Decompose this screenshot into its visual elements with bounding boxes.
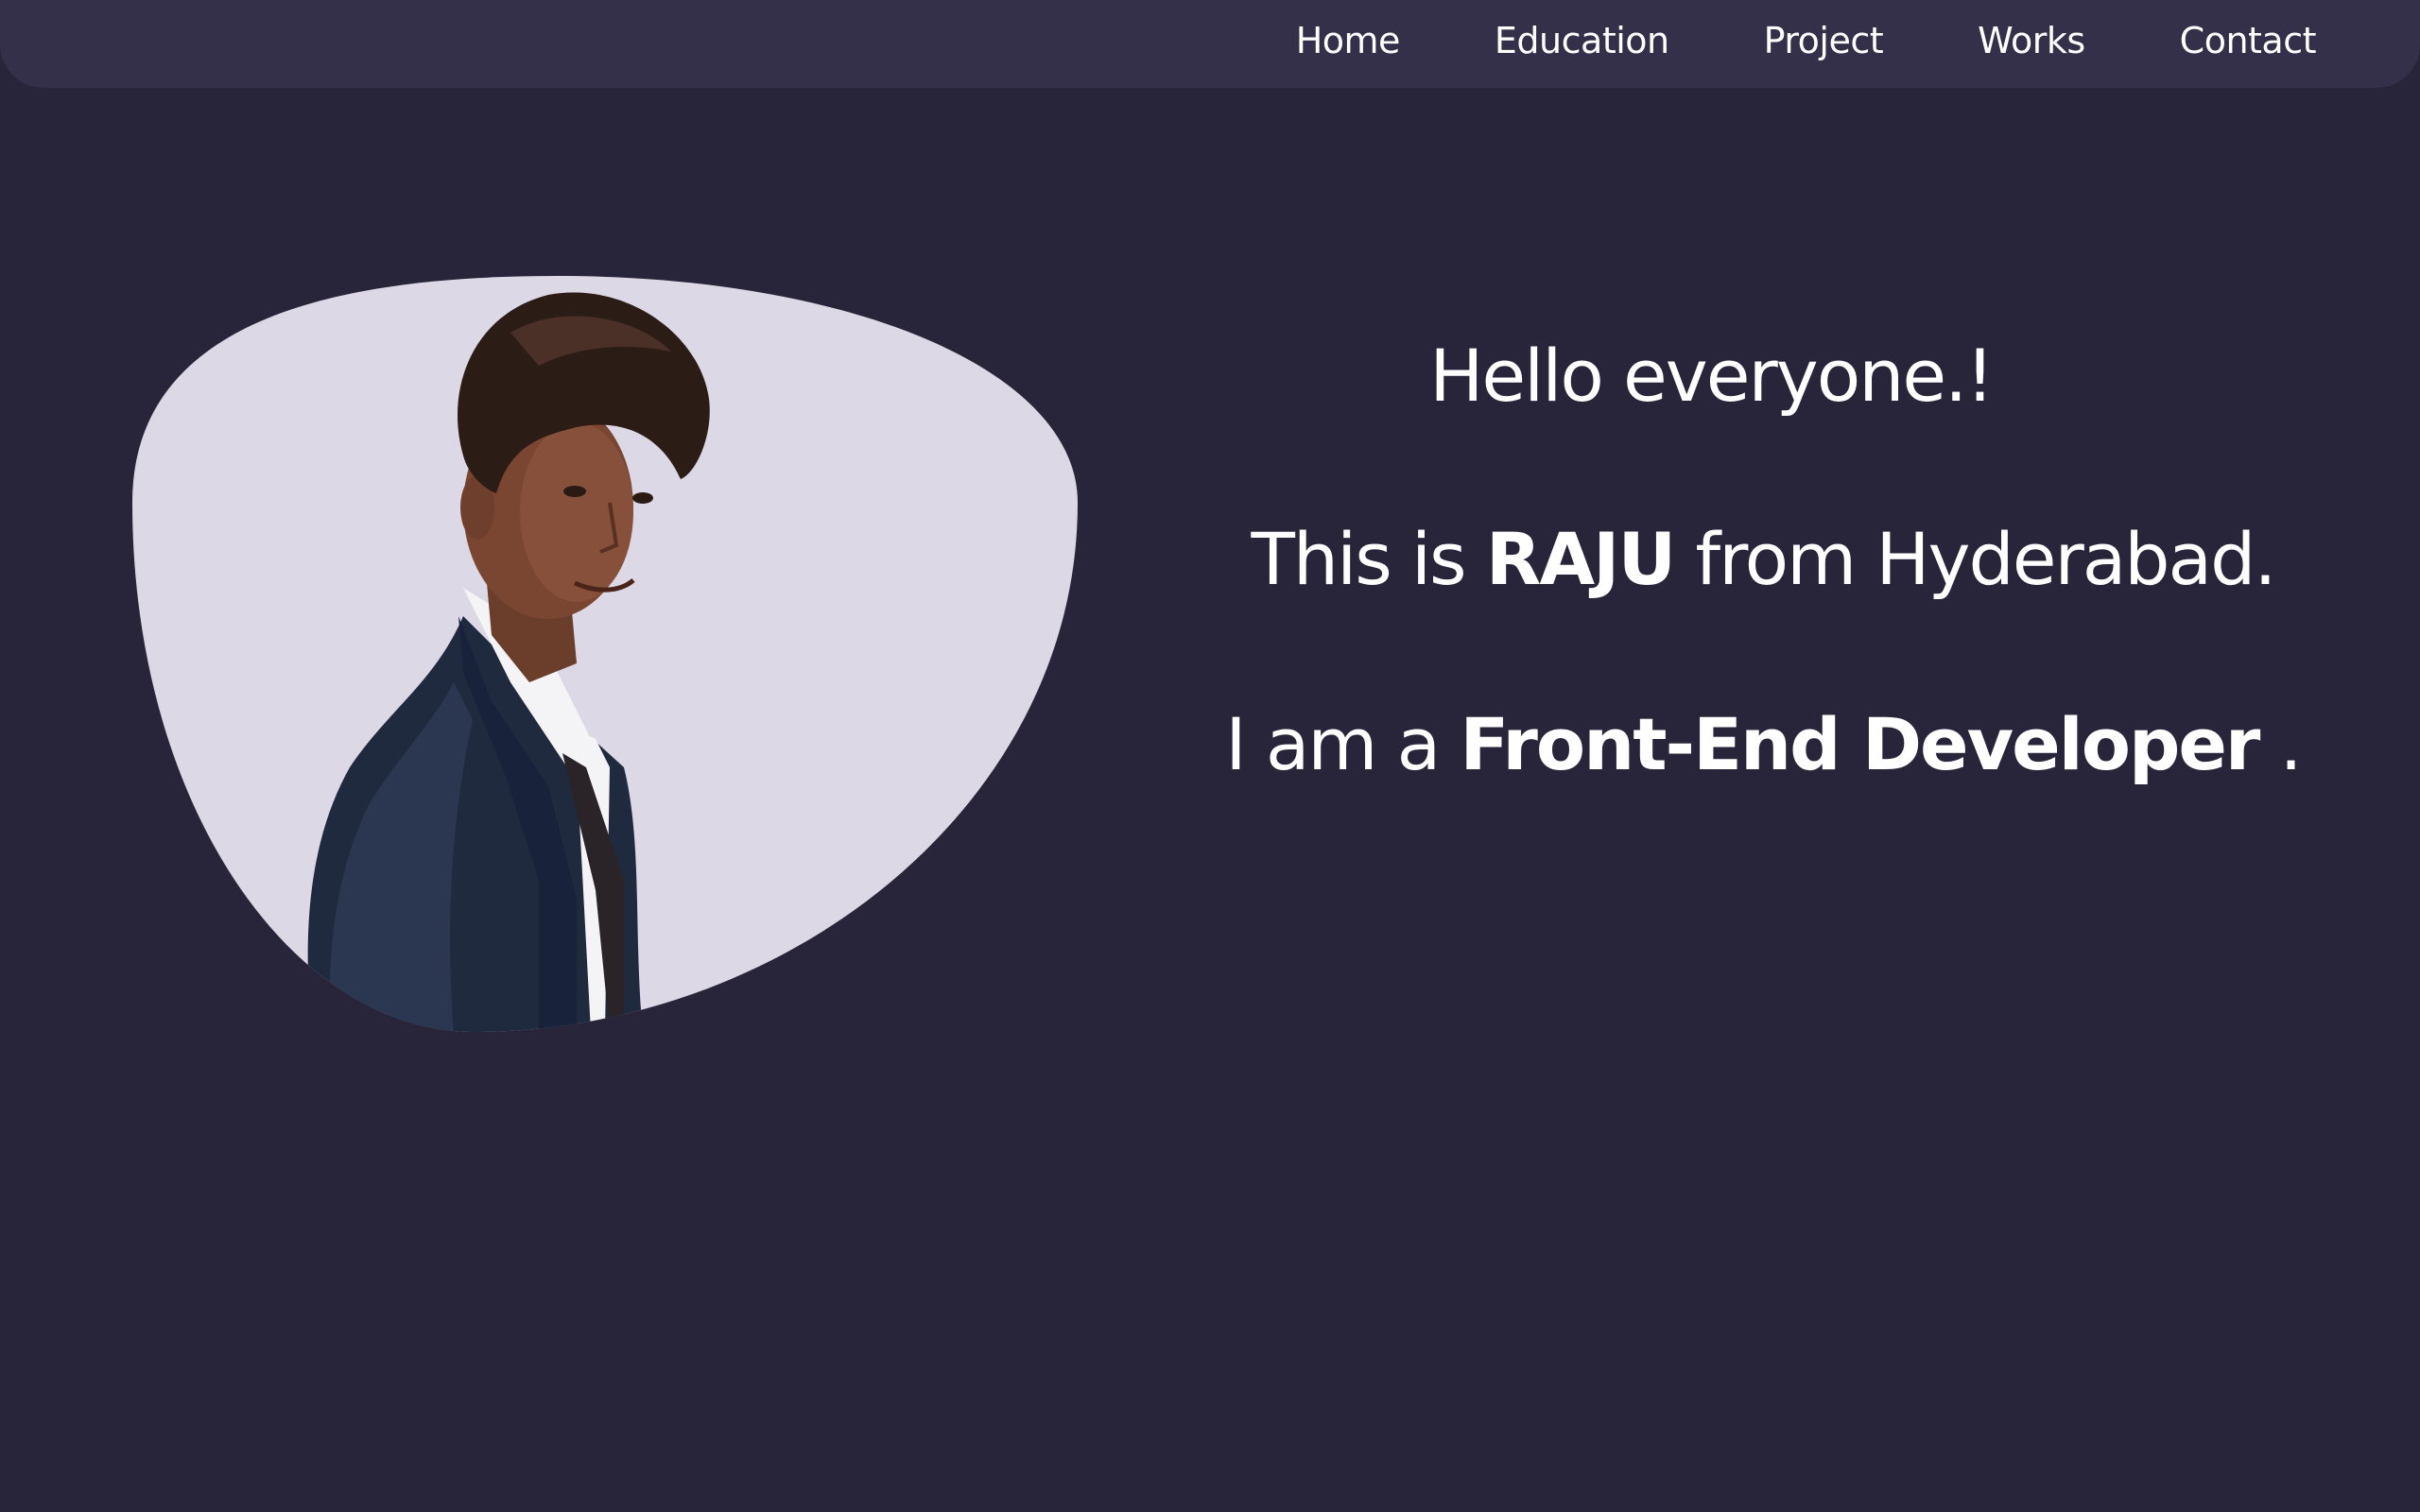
intro-section: Hello everyone.! This is RAJU from Hyder… [1219,340,2307,781]
role-prefix: I am a [1225,702,1461,786]
intro-suffix: from Hyderabad. [1674,517,2276,601]
nav-link-home[interactable]: Home [1296,20,1401,61]
navbar: Home Education Project Works Contact [0,0,2420,88]
role-text: I am a Front-End Developer . [1219,709,2307,781]
role-suffix: . [2258,702,2303,786]
profile-photo-icon [132,276,1078,1032]
profile-photo [132,276,1078,1032]
intro-prefix: This is [1251,517,1486,601]
nav-link-contact[interactable]: Contact [2180,20,2317,61]
name-text: RAJU [1485,517,1676,601]
intro-text: This is RAJU from Hyderabad. [1219,524,2307,595]
nav-menu: Home Education Project Works Contact [1296,0,2317,81]
role-title: Front-End Developer [1460,702,2260,786]
nav-link-works[interactable]: Works [1978,20,2085,61]
nav-link-project[interactable]: Project [1764,20,1884,61]
nav-link-education[interactable]: Education [1495,20,1669,61]
greeting-text: Hello everyone.! [1429,334,1995,418]
